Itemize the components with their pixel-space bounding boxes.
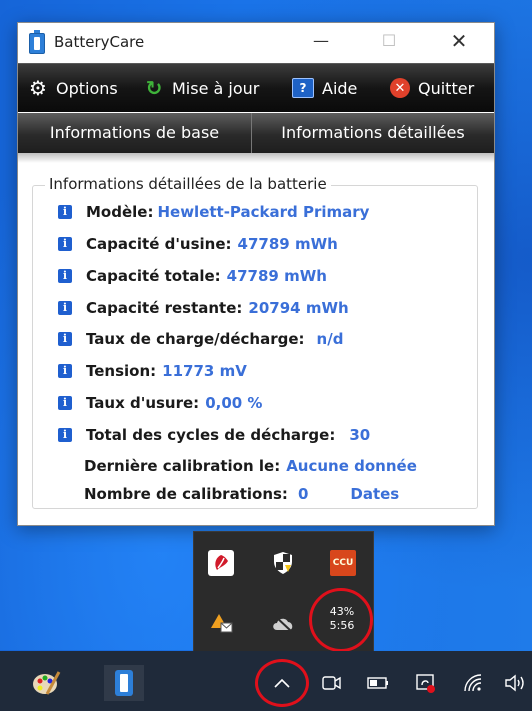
refresh-icon: ↻ — [145, 76, 163, 100]
highlight-circle-battery — [309, 588, 373, 652]
info-icon: i — [58, 332, 72, 346]
row-value: 0,00 % — [205, 394, 263, 412]
wifi-icon[interactable] — [456, 665, 492, 701]
row-label: Capacité totale: — [86, 267, 221, 285]
onedrive-warning-icon[interactable] — [208, 610, 234, 636]
row-label: Total des cycles de décharge: — [86, 426, 336, 444]
help-book-icon: ? — [292, 78, 314, 98]
minimize-button[interactable]: — — [298, 23, 344, 59]
tab-shadow — [18, 153, 494, 163]
row-value: 11773 mV — [162, 362, 247, 380]
windows-security-icon[interactable] — [270, 550, 296, 576]
maximize-button[interactable]: ☐ — [366, 23, 412, 59]
row-value: Hewlett-Packard Primary — [157, 203, 370, 221]
row-voltage: i Tension: 11773 mV — [58, 361, 247, 381]
update-notification-icon[interactable] — [408, 665, 444, 701]
gear-icon: ⚙ — [29, 76, 47, 100]
meet-now-icon[interactable] — [314, 665, 350, 701]
info-icon: i — [58, 237, 72, 251]
ccu-app-icon[interactable]: CCU — [330, 550, 356, 576]
group-title: Informations détaillées de la batterie — [45, 175, 331, 193]
row-calibration-count: Nombre de calibrations: 0 Dates — [84, 484, 399, 504]
info-icon: i — [58, 269, 72, 283]
close-button[interactable]: ✕ — [436, 23, 482, 59]
row-label: Capacité d'usine: — [86, 235, 232, 253]
highlight-circle-show-hidden — [255, 659, 309, 707]
title-bar[interactable]: BatteryCare — ☐ ✕ — [18, 23, 494, 61]
update-button[interactable]: ↻ Mise à jour — [144, 76, 260, 100]
batterycare-window: BatteryCare — ☐ ✕ ⚙ Options ↻ Mise à jou… — [17, 22, 495, 526]
row-label: Taux d'usure: — [86, 394, 200, 412]
row-label: Capacité restante: — [86, 299, 243, 317]
row-value: 0 — [297, 485, 309, 503]
options-label: Options — [56, 78, 118, 98]
tab-bar: Informations de base Informations détail… — [18, 113, 494, 153]
row-label: Dernière calibration le: — [84, 457, 281, 475]
quit-button[interactable]: ✕ Quitter — [390, 76, 474, 100]
toolbar: ⚙ Options ↻ Mise à jour ? Aide ✕ Quitter — [18, 63, 494, 112]
battery-app-icon — [115, 670, 133, 696]
row-label: Taux de charge/décharge: — [86, 330, 305, 348]
info-icon: i — [58, 396, 72, 410]
row-remaining-capacity: i Capacité restante: 20794 mWh — [58, 298, 349, 318]
row-factory-capacity: i Capacité d'usine: 47789 mWh — [58, 234, 338, 254]
row-total-capacity: i Capacité totale: 47789 mWh — [58, 266, 327, 286]
quit-label: Quitter — [418, 78, 475, 98]
update-label: Mise à jour — [172, 78, 260, 98]
battery-app-icon — [29, 30, 45, 54]
window-title: BatteryCare — [54, 33, 145, 51]
tab-detailed-info[interactable]: Informations détaillées — [252, 113, 494, 153]
batterycare-taskbar-button[interactable] — [104, 665, 144, 701]
info-icon: i — [58, 205, 72, 219]
cloud-offline-icon[interactable] — [270, 610, 296, 636]
row-value: Aucune donnée — [286, 457, 417, 475]
row-value: 47789 mWh — [226, 267, 327, 285]
battery-icon[interactable] — [360, 665, 396, 701]
row-charge-rate: i Taux de charge/décharge: n/d — [58, 329, 343, 349]
info-icon: i — [58, 301, 72, 315]
row-model: i Modèle: Hewlett-Packard Primary — [58, 202, 369, 222]
row-value: n/d — [316, 330, 344, 348]
close-circle-icon: ✕ — [390, 78, 410, 98]
red-leaf-app-icon[interactable] — [208, 550, 234, 576]
row-value: 30 — [349, 426, 371, 444]
row-discharge-cycles: i Total des cycles de décharge: 30 — [58, 425, 370, 445]
volume-icon[interactable] — [500, 665, 530, 701]
row-last-calibration: Dernière calibration le: Aucune donnée — [84, 456, 417, 476]
row-label: Modèle: — [86, 203, 154, 221]
row-label: Nombre de calibrations: — [84, 485, 288, 503]
row-wear-level: i Taux d'usure: 0,00 % — [58, 393, 262, 413]
info-icon: i — [58, 428, 72, 442]
dates-link[interactable]: Dates — [350, 485, 399, 503]
info-icon: i — [58, 364, 72, 378]
help-button[interactable]: ? Aide — [292, 76, 357, 100]
tab-basic-info[interactable]: Informations de base — [18, 113, 252, 153]
row-value: 20794 mWh — [248, 299, 349, 317]
paint-app-icon[interactable] — [28, 665, 64, 701]
row-value: 47789 mWh — [237, 235, 338, 253]
help-label: Aide — [322, 78, 358, 98]
row-label: Tension: — [86, 362, 157, 380]
options-button[interactable]: ⚙ Options — [28, 76, 118, 100]
